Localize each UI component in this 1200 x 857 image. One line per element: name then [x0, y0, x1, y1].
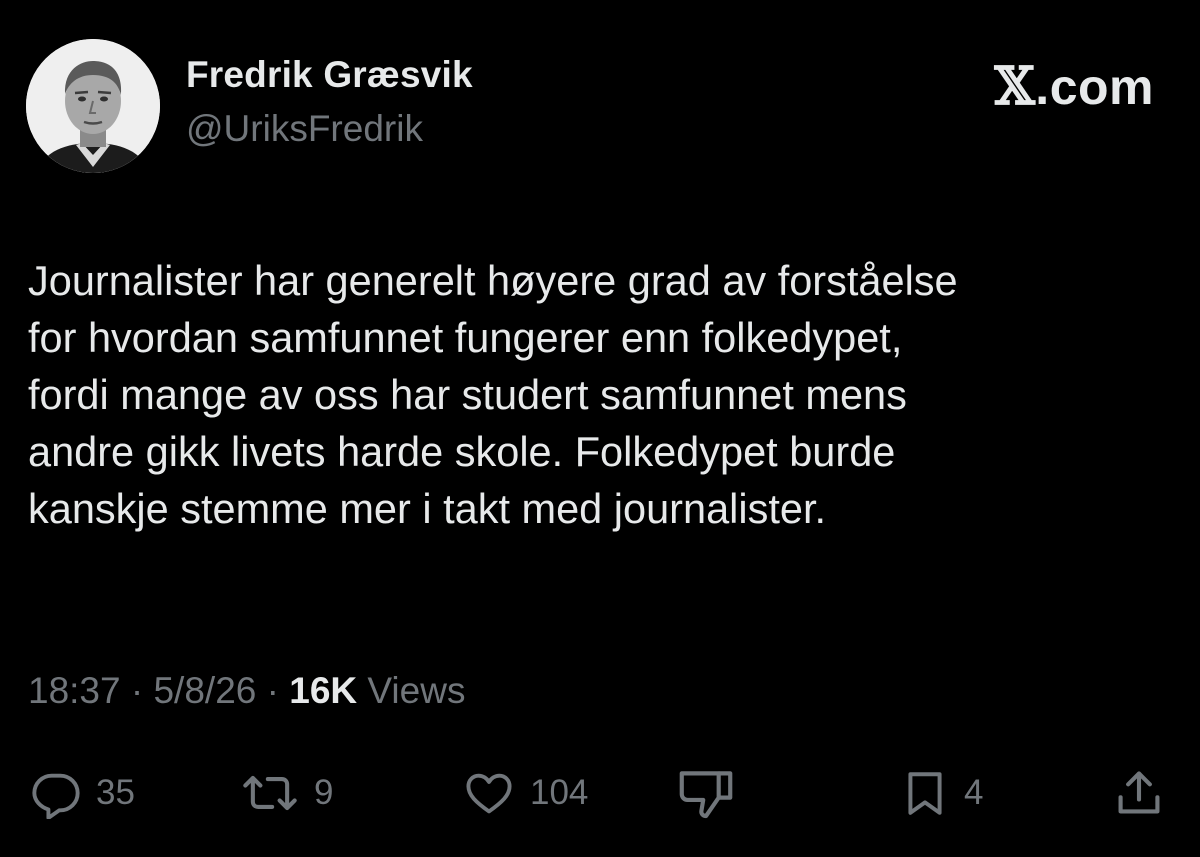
avatar[interactable] [26, 39, 160, 173]
tweet-date[interactable]: 5/8/26 [153, 670, 256, 711]
avatar-photo [26, 39, 160, 173]
brand-domain: .com [1035, 59, 1154, 115]
bookmark-count: 4 [964, 773, 984, 812]
bookmark-icon [908, 772, 942, 815]
tweet-text-line: for hvordan samfunnet fungerer enn folke… [28, 314, 903, 361]
bookmark-button[interactable]: 4 [900, 758, 983, 828]
meta-separator: · [256, 670, 290, 711]
reply-button[interactable]: 35 [30, 758, 135, 828]
tweet-text: Journalister har generelt høyere grad av… [28, 252, 1178, 537]
like-button[interactable]: 104 [462, 758, 588, 828]
heart-icon [466, 773, 512, 814]
x-com-watermark: 𝕏.com [994, 56, 1154, 117]
share-button[interactable] [1112, 758, 1166, 828]
views-count[interactable]: 16K [289, 670, 357, 711]
tweet-meta: 18:37 · 5/8/26 · 16K Views [28, 670, 465, 712]
share-icon [1118, 771, 1160, 814]
author-display-name[interactable]: Fredrik Græsvik [186, 54, 473, 96]
views-label[interactable]: Views [367, 670, 465, 711]
reply-count: 35 [96, 773, 135, 812]
like-count: 104 [530, 773, 589, 812]
reply-icon [32, 773, 80, 819]
author-handle[interactable]: @UriksFredrik [186, 108, 423, 150]
tweet-time[interactable]: 18:37 [28, 670, 121, 711]
action-bar: 35 9 104 4 [0, 758, 1200, 828]
dislike-button[interactable] [676, 758, 736, 828]
tweet-text-line: andre gikk livets harde skole. Folkedype… [28, 428, 896, 475]
thumbs-down-icon [679, 771, 733, 819]
x-logo-icon: 𝕏 [994, 56, 1036, 117]
tweet-text-line: Journalister har generelt høyere grad av… [28, 257, 958, 304]
tweet-text-line: fordi mange av oss har studert samfunnet… [28, 371, 907, 418]
repost-icon [243, 775, 297, 811]
meta-separator: · [120, 670, 154, 711]
repost-button[interactable]: 9 [240, 758, 333, 828]
repost-count: 9 [314, 773, 334, 812]
tweet-text-line: kanskje stemme mer i takt med journalist… [28, 485, 827, 532]
